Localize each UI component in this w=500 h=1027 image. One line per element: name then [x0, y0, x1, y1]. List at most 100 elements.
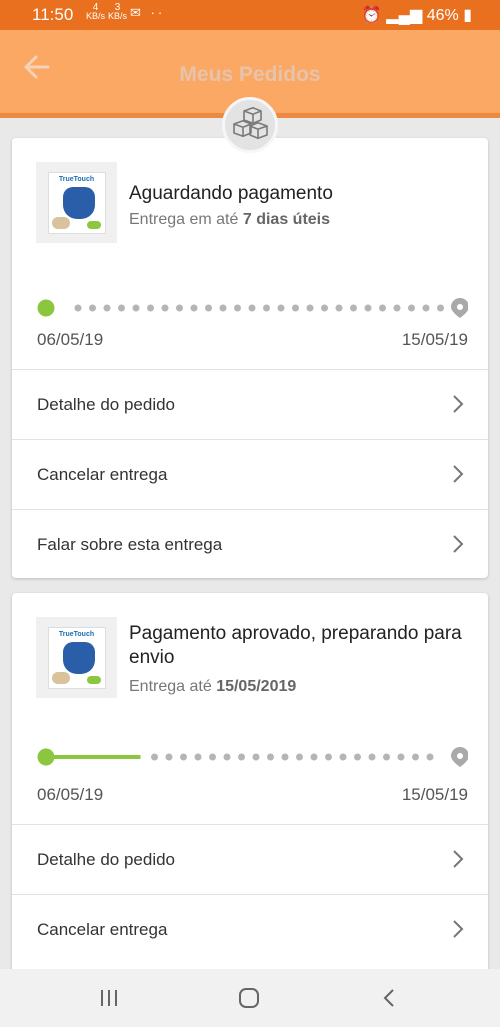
order-card: TrueTouch Pagamento aprovado, preparando… [12, 593, 488, 983]
order-detail-row[interactable]: Detalhe do pedido [12, 824, 488, 894]
timeline-dot [364, 304, 372, 312]
timeline-dot [281, 753, 289, 761]
product-thumbnail[interactable]: TrueTouch [36, 162, 117, 243]
timeline-dot [354, 753, 361, 761]
status-right: ⏰ ▂▄▆ 46% ▮ [362, 5, 472, 25]
chevron-right-icon [453, 535, 464, 553]
timeline-dot [296, 753, 303, 761]
order-status: Pagamento aprovado, preparando para envi… [129, 623, 462, 668]
timeline-dot [74, 304, 82, 312]
timeline-dot [350, 304, 357, 312]
timeline-dot [310, 753, 318, 761]
timeline-dot [368, 753, 376, 761]
pet-graphic [51, 216, 70, 229]
timeline-dot [393, 304, 401, 312]
timeline-dot [397, 753, 405, 761]
delivery-estimate: Entrega em até 7 dias úteis [129, 211, 330, 229]
timeline-dot [209, 753, 216, 761]
delivery-prefix: Entrega em até [129, 211, 239, 228]
pet-graphic [51, 671, 70, 684]
location-pin-icon [451, 747, 468, 767]
net-upload-speed: 3 KB/s [108, 3, 127, 21]
timeline-dot [132, 304, 140, 312]
row-label: Detalhe do pedido [37, 395, 176, 414]
signal-icon: ▂▄▆ [386, 7, 423, 24]
timeline-dot [194, 753, 202, 761]
timeline-dot [383, 753, 390, 761]
order-card: TrueTouch Aguardando pagamento Entrega e… [12, 138, 488, 578]
timeline-dot [426, 753, 434, 761]
timeline-dot [252, 753, 260, 761]
cancel-delivery-row[interactable]: Cancelar entrega [12, 894, 488, 964]
boxes-icon [233, 107, 268, 139]
talk-about-delivery-row[interactable]: Falar sobre esta entrega [12, 509, 488, 578]
timeline-start-date: 06/05/19 [37, 330, 104, 349]
timeline-dot [422, 304, 430, 312]
battery-level: 46% [426, 7, 459, 24]
chevron-right-icon [453, 850, 464, 868]
timeline-dot [238, 753, 245, 761]
timeline-dot [176, 304, 183, 312]
chevron-right-icon [453, 465, 464, 483]
leaf-graphic [86, 675, 101, 684]
timeline-dot [89, 304, 96, 312]
row-label: Cancelar entrega [37, 465, 168, 484]
status-time: 11:50 [32, 5, 74, 24]
home-icon[interactable] [238, 987, 260, 1009]
delivery-timeline [37, 298, 468, 318]
delivery-estimate: Entrega até 15/05/2019 [129, 678, 296, 696]
boxes-badge [222, 97, 278, 153]
timeline-dot [321, 304, 328, 312]
net-upload-unit: KB/s [108, 11, 128, 21]
timeline-dot [147, 304, 154, 312]
timeline-start-marker [37, 299, 55, 317]
glove-graphic [62, 641, 95, 674]
delivery-prefix: Entrega até [129, 678, 212, 695]
product-brand: TrueTouch [58, 175, 95, 183]
timeline-dot [412, 753, 419, 761]
timeline-dot [335, 304, 343, 312]
net-download-unit: KB/s [86, 11, 106, 21]
row-label: Falar sobre esta entrega [37, 535, 223, 554]
system-nav-bar [0, 969, 500, 1027]
timeline-dot [205, 304, 212, 312]
leaf-graphic [86, 220, 101, 229]
timeline-dot [306, 304, 314, 312]
cancel-delivery-row[interactable]: Cancelar entrega [12, 439, 488, 509]
delivery-value: 7 dias úteis [242, 211, 331, 228]
timeline-dot [103, 304, 111, 312]
timeline-start-marker [37, 748, 55, 766]
recent-apps-icon[interactable] [99, 987, 119, 1009]
timeline-dot [325, 753, 332, 761]
timeline-start-date: 06/05/19 [37, 785, 104, 804]
glove-graphic [62, 186, 95, 219]
row-label: Cancelar entrega [37, 920, 168, 939]
product-image: TrueTouch [47, 626, 106, 689]
timeline-dot [151, 753, 158, 761]
timeline-dot [223, 753, 231, 761]
timeline-dot [292, 304, 299, 312]
timeline-dot [263, 304, 270, 312]
battery-icon: ▮ [463, 7, 472, 24]
timeline-dot [180, 753, 187, 761]
timeline-dot [437, 304, 444, 312]
order-detail-row[interactable]: Detalhe do pedido [12, 369, 488, 439]
net-download-speed: 4 KB/s [86, 3, 105, 21]
timeline-dot [408, 304, 415, 312]
alarm-icon: ⏰ [361, 7, 382, 24]
product-brand: TrueTouch [58, 630, 95, 638]
location-pin-icon [451, 298, 468, 318]
timeline-dot [234, 304, 241, 312]
delivery-value: 15/05/2019 [216, 678, 297, 695]
product-thumbnail[interactable]: TrueTouch [36, 617, 117, 698]
timeline-dot [219, 304, 227, 312]
back-nav-icon[interactable] [382, 987, 396, 1009]
notification-icons: ✉ ·· [130, 5, 166, 20]
row-label: Detalhe do pedido [37, 850, 176, 869]
timeline-dot [248, 304, 256, 312]
status-bar: 11:50 4 KB/s 3 KB/s ✉ ·· ⏰ ▂▄▆ 46% ▮ [0, 0, 500, 30]
delivery-timeline [37, 747, 468, 767]
product-image: TrueTouch [47, 171, 106, 234]
timeline-end-date: 15/05/19 [401, 785, 468, 804]
timeline-dot [277, 304, 285, 312]
